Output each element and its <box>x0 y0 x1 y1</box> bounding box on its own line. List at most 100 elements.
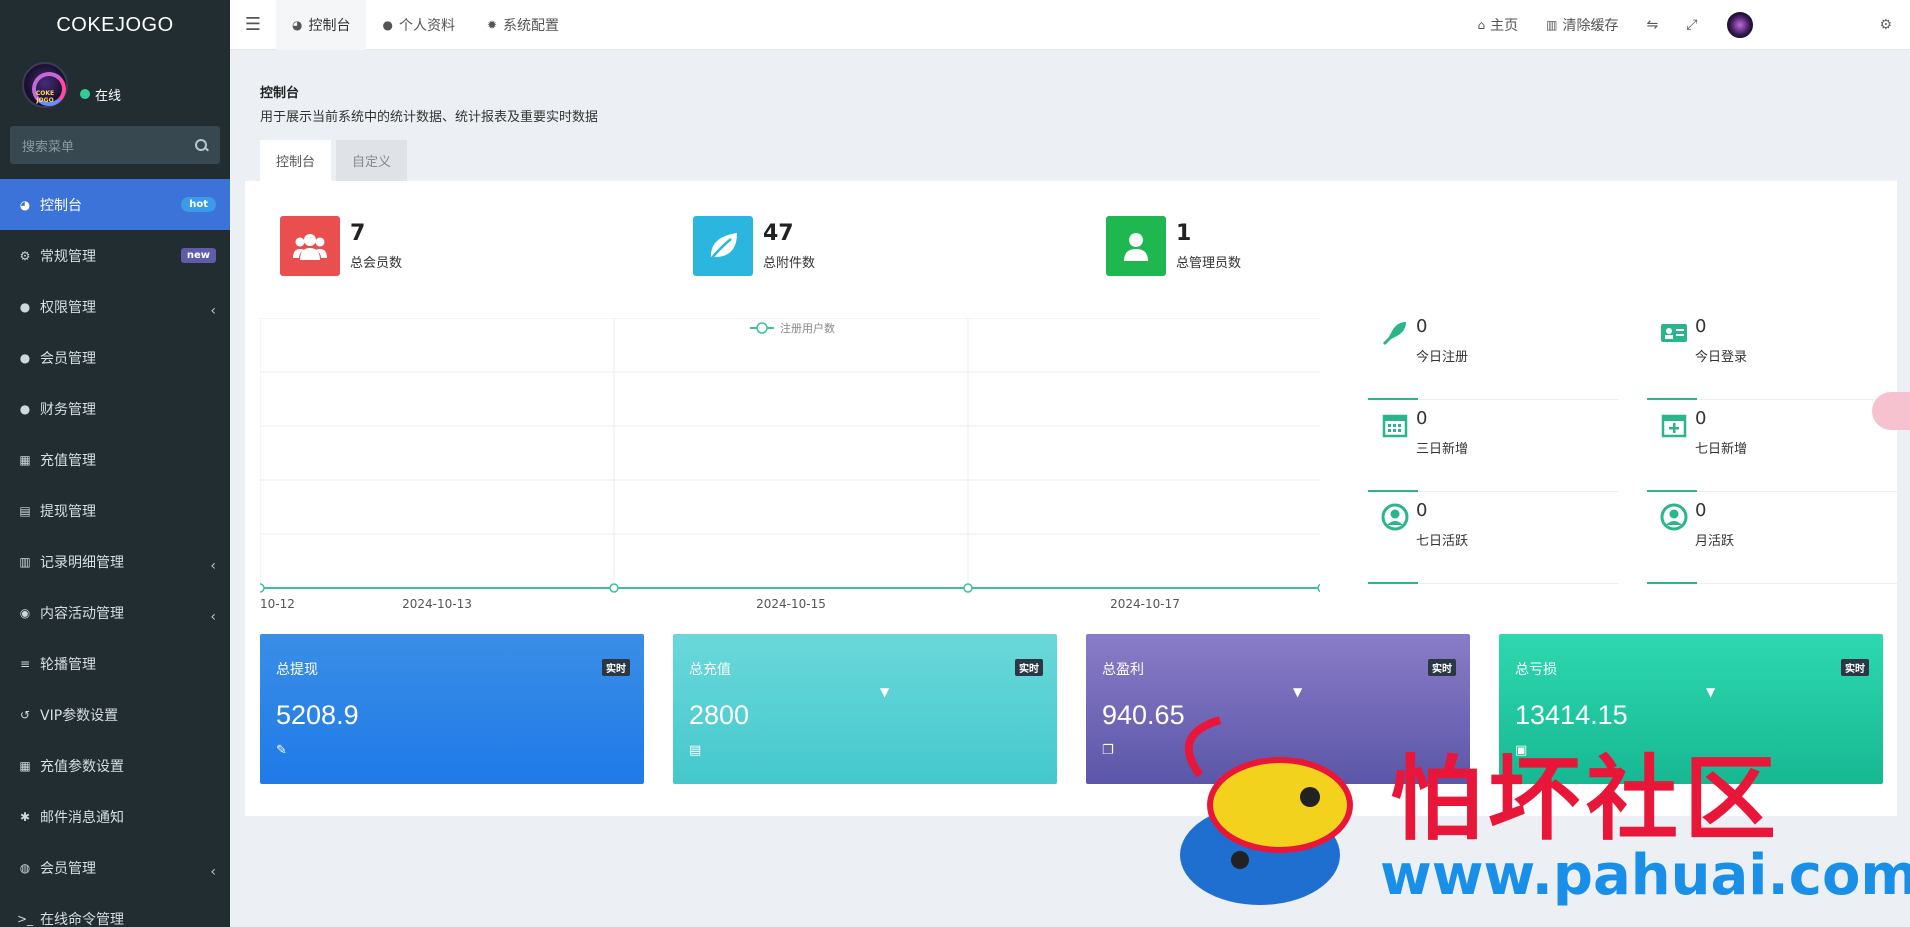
mini-stat-label: 三日新增 <box>1416 442 1469 457</box>
sidebar-item-label: 财务管理 <box>40 401 96 418</box>
sidebar-toggle-icon[interactable]: ☰ <box>230 0 276 50</box>
clear-cache-button[interactable]: ▥ 清除缓存 <box>1532 0 1632 50</box>
mini-stat-1: 0 今日登录 <box>1647 316 1897 400</box>
user-status-label: 在线 <box>95 88 122 104</box>
sidebar-item-label: 记录明细管理 <box>40 554 124 571</box>
sidebar-item-0[interactable]: ◕ 控制台 hot <box>0 179 230 230</box>
card-value: 5208.9 <box>276 700 359 730</box>
sidebar-item-3[interactable]: ● 会员管理 <box>0 332 230 383</box>
rocket-icon <box>1380 318 1410 348</box>
sidebar-item-9[interactable]: ≡ 轮播管理 <box>0 638 230 689</box>
sidebar-item-14[interactable]: >_ 在线命令管理 <box>0 893 230 927</box>
gear-icon: ✹ <box>486 17 498 32</box>
clone-icon: ❐ <box>1102 743 1114 758</box>
sidebar-item-label: 轮播管理 <box>40 656 96 673</box>
mini-stat-value: 0 <box>1695 500 1707 521</box>
bar-chart-icon: ▥ <box>19 554 31 569</box>
chevron-left-icon[interactable]: ‹ <box>210 558 216 574</box>
data-point <box>963 583 973 593</box>
sidebar-item-label: 邮件消息通知 <box>40 809 124 826</box>
terminal-icon: >_ <box>16 911 34 926</box>
home-link[interactable]: ⌂ 主页 <box>1464 0 1533 50</box>
summary-card-0: 总提现 实时 5208.9 ✎ <box>260 634 644 784</box>
brand-logo[interactable]: COKEJOGO <box>0 0 230 50</box>
card-title: 总充值 <box>689 662 731 678</box>
realtime-badge: 实时 <box>1841 659 1869 676</box>
history-icon: ↺ <box>19 707 31 722</box>
mini-stat-value: 0 <box>1416 500 1428 521</box>
sidebar-item-label: 提现管理 <box>40 503 96 520</box>
card-value: 940.65 <box>1102 700 1185 730</box>
translate-float-button[interactable] <box>1872 392 1910 430</box>
clipboard-icon: ▤ <box>689 743 702 758</box>
stat-members: 7 总会员数 <box>280 216 402 276</box>
mini-stat-label: 月活跃 <box>1695 534 1735 549</box>
chevron-left-icon[interactable]: ‹ <box>210 303 216 319</box>
trash-icon: ▥ <box>1546 17 1558 32</box>
search-icon[interactable] <box>194 138 208 152</box>
fullscreen-icon[interactable]: ⤢ <box>1672 0 1711 50</box>
sidebar-item-13[interactable]: ◍ 会员管理 ‹ <box>0 842 230 893</box>
home-icon: ⌂ <box>1477 17 1486 32</box>
tab-dashboard[interactable]: 控制台 <box>260 140 332 181</box>
data-point <box>260 583 265 593</box>
tab-custom[interactable]: 自定义 <box>336 140 408 181</box>
users-icon <box>280 216 340 276</box>
cogs-icon: ⚙ <box>19 248 31 263</box>
tab-system-config-label: 系统配置 <box>503 17 560 34</box>
settings-icon[interactable]: ⚙ <box>1769 17 1910 33</box>
filter-icon[interactable]: ▼ <box>1293 685 1302 699</box>
calendar-icon <box>1380 410 1410 440</box>
sidebar-item-12[interactable]: ✱ 邮件消息通知 <box>0 791 230 842</box>
data-point <box>1317 583 1320 593</box>
tab-dashboard-label: 控制台 <box>308 17 351 34</box>
sidebar-item-8[interactable]: ◉ 内容活动管理 ‹ <box>0 587 230 638</box>
sidebar-item-label: 权限管理 <box>40 299 96 316</box>
tab-profile[interactable]: ● 个人资料 <box>366 0 470 50</box>
sidebar-item-7[interactable]: ▥ 记录明细管理 ‹ <box>0 536 230 587</box>
calendar-plus-icon <box>1659 410 1689 440</box>
stat-value: 47 <box>763 221 794 246</box>
accent-bar <box>1647 582 1697 584</box>
menu-search-input[interactable]: 搜索菜单 <box>10 126 220 164</box>
sidebar-item-4[interactable]: ● 财务管理 <box>0 383 230 434</box>
sidebar-item-11[interactable]: ▦ 充值参数设置 <box>0 740 230 791</box>
summary-card-3: 总亏损 实时 ▼ 13414.15 ▣ <box>1499 634 1883 784</box>
dashboard-icon: ◕ <box>19 197 31 212</box>
group-icon: ● <box>19 299 31 314</box>
avatar[interactable] <box>1727 11 1754 38</box>
summary-card-2: 总盈利 实时 ▼ 940.65 ❐ <box>1086 634 1470 784</box>
translate-icon[interactable]: ⇋ <box>1633 0 1673 50</box>
mini-stat-4: 0 七日活跃 <box>1368 500 1618 584</box>
avatar[interactable]: COKE JOGO <box>22 62 68 108</box>
sidebar-menu: ◕ 控制台 hot ⚙ 常规管理 new ● 权限管理 ‹ ● 会员管理 ● 财务管理 ▦ 充值管理 ▤ 提现管… <box>0 179 230 927</box>
sidebar-item-6[interactable]: ▤ 提现管理 <box>0 485 230 536</box>
home-label: 主页 <box>1490 17 1519 34</box>
chevron-left-icon[interactable]: ‹ <box>210 609 216 625</box>
filter-icon[interactable]: ▼ <box>1706 685 1715 699</box>
user-status: 在线 <box>80 85 121 104</box>
sidebar-item-5[interactable]: ▦ 充值管理 <box>0 434 230 485</box>
content-header: 控制台 用于展示当前系统中的统计数据、统计报表及重要实时数据 <box>260 82 598 125</box>
filter-icon[interactable]: ▼ <box>880 685 889 699</box>
chevron-left-icon[interactable]: ‹ <box>210 864 216 880</box>
tab-system-config[interactable]: ✹ 系统配置 <box>471 0 575 50</box>
sidebar-item-10[interactable]: ↺ VIP参数设置 <box>0 689 230 740</box>
new-badge: new <box>180 248 216 263</box>
page-subtitle: 用于展示当前系统中的统计数据、统计报表及重要实时数据 <box>260 110 599 125</box>
user-panel: COKE JOGO 在线 <box>0 50 230 120</box>
id-card-icon <box>1659 318 1689 348</box>
online-status-icon <box>80 89 90 99</box>
accent-bar <box>1647 398 1697 400</box>
accent-bar <box>1368 490 1418 492</box>
tab-dashboard[interactable]: ◕ 控制台 <box>276 0 367 50</box>
user-circle-icon: ◍ <box>19 860 31 875</box>
group-icon: ● <box>19 401 31 416</box>
realtime-badge: 实时 <box>602 659 630 676</box>
sidebar-item-1[interactable]: ⚙ 常规管理 new <box>0 230 230 281</box>
sidebar-item-2[interactable]: ● 权限管理 ‹ <box>0 281 230 332</box>
asterisk-icon: ✱ <box>19 809 31 824</box>
card-title: 总盈利 <box>1102 662 1144 678</box>
summary-card-1: 总充值 实时 ▼ 2800 ▤ <box>673 634 1057 784</box>
sidebar-item-label: 会员管理 <box>40 860 96 877</box>
